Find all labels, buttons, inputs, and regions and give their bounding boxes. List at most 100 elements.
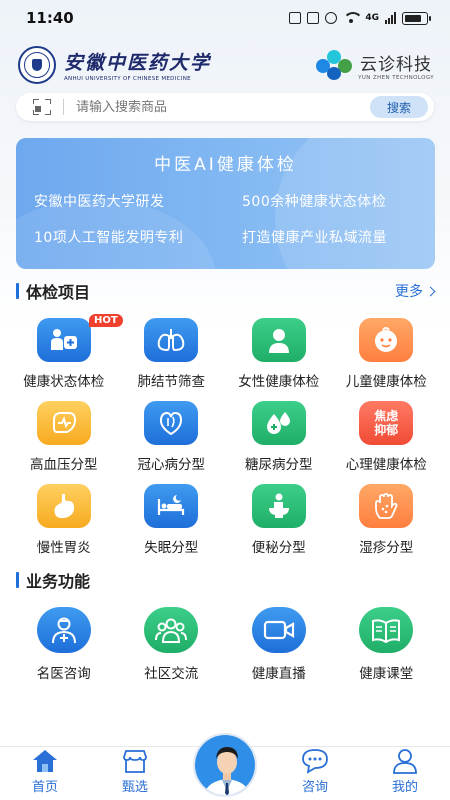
alarm-icon (325, 12, 338, 24)
exam-item-health-check[interactable]: HOT 健康状态体检 (10, 314, 123, 401)
exam-item-label: 糖尿病分型 (245, 457, 313, 473)
wifi-icon (343, 12, 364, 24)
business-item-label: 名医咨询 (36, 666, 91, 682)
exam-item-constipation[interactable]: 便秘分型 (225, 484, 333, 567)
brand-name-en: YUN ZHEN TECHNOLOGY (358, 74, 434, 81)
business-item-label: 社区交流 (144, 666, 199, 682)
nav-label: 我的 (391, 780, 418, 795)
exam-item-label: 肺结节筛查 (137, 374, 206, 390)
exam-item-label: 女性健康体检 (238, 374, 320, 390)
business-section-title: 业务功能 (16, 568, 90, 592)
search-divider (63, 99, 64, 115)
exam-item-insomnia[interactable]: 失眠分型 (118, 484, 226, 567)
business-grid: 名医咨询 社区交流 健康直播 健康课堂 (10, 607, 440, 682)
more-link[interactable]: 更多 (395, 281, 436, 301)
university-name: 安徽中医药大学 (64, 52, 212, 74)
exam-item-label: 高血压分型 (30, 457, 98, 473)
female-icon (251, 318, 306, 362)
exam-item-hypertension[interactable]: 高血压分型 (10, 401, 118, 484)
bed-moon-icon (144, 484, 199, 528)
network-type: 4G (365, 13, 379, 23)
exam-item-label: 儿童健康体检 (345, 374, 427, 390)
exam-section-header: 体检项目 更多 (16, 279, 436, 303)
user-icon (391, 748, 419, 774)
banner-line: 10项人工智能发明专利 (34, 230, 184, 246)
nfc-icon (289, 12, 302, 24)
exam-item-lung[interactable]: 肺结节筛查 (118, 318, 226, 401)
nav-label: 咨询 (301, 780, 328, 795)
toilet-icon (251, 484, 306, 528)
business-section-header: 业务功能 (16, 569, 434, 591)
exam-item-gastritis[interactable]: 慢性胃炎 (10, 484, 118, 567)
nav-label: 首页 (31, 780, 58, 795)
video-camera-icon (251, 607, 306, 653)
business-item-classroom[interactable]: 健康课堂 (333, 607, 441, 682)
exam-item-diabetes[interactable]: 糖尿病分型 (225, 401, 333, 484)
university-seal-icon (18, 46, 56, 84)
battery-icon (402, 11, 431, 25)
drops-icon (251, 401, 306, 445)
chat-icon (301, 748, 329, 774)
shop-icon (121, 748, 149, 774)
exam-item-label: 失眠分型 (144, 540, 199, 556)
status-time: 11:40 (26, 9, 74, 27)
business-item-label: 健康直播 (251, 666, 306, 682)
brand-logo: 云诊科技 YUN ZHEN TECHNOLOGY (316, 50, 434, 81)
exam-item-label: 湿疹分型 (359, 540, 414, 556)
signal-icon (385, 12, 396, 24)
exam-section-title: 体检项目 (16, 279, 90, 303)
business-item-live[interactable]: 健康直播 (225, 607, 333, 682)
more-label: 更多 (395, 284, 423, 300)
blood-pressure-icon (36, 401, 91, 445)
book-icon (359, 607, 414, 653)
banner-line: 打造健康产业私域流量 (242, 230, 387, 246)
scan-icon[interactable] (33, 99, 51, 115)
nav-label: 甄选 (121, 780, 148, 795)
child-face-icon (359, 318, 414, 362)
header: 安徽中医药大学 ANHUI UNIVERSITY OF CHINESE MEDI… (0, 44, 450, 86)
exam-item-label: 冠心病分型 (137, 457, 206, 473)
business-item-label: 健康课堂 (359, 666, 414, 682)
health-check-icon (36, 318, 91, 362)
lungs-icon (144, 318, 199, 362)
banner-title: 中医AI健康体检 (154, 155, 297, 175)
doctor-icon (36, 607, 91, 653)
exam-item-label: 健康状态体检 (23, 374, 105, 390)
vibrate-icon (307, 12, 320, 24)
heart-icon (144, 401, 199, 445)
status-icons: 4G (289, 11, 431, 25)
exam-item-label: 慢性胃炎 (36, 540, 91, 556)
home-icon (31, 748, 59, 774)
nav-home[interactable]: 首页 (0, 747, 90, 800)
nav-consult[interactable]: 咨询 (270, 747, 360, 800)
business-item-doctor-consult[interactable]: 名医咨询 (10, 607, 118, 682)
exam-item-female[interactable]: 女性健康体检 (225, 318, 333, 401)
brand-mark-icon (316, 50, 353, 80)
promo-banner[interactable]: 中医AI健康体检 安徽中医药大学研发 500余种健康状态体检 10项人工智能发明… (16, 138, 435, 269)
exam-grid: HOT 健康状态体检 肺结节筛查 女性健康体检 儿童健康体检 高血压分型 冠心病… (10, 314, 441, 567)
exam-item-coronary[interactable]: 冠心病分型 (118, 401, 226, 484)
brand-name: 云诊科技 (360, 54, 433, 75)
mental-icon: 焦虑抑郁 (359, 401, 414, 445)
chevron-right-icon (425, 286, 436, 296)
banner-line: 500余种健康状态体检 (242, 194, 387, 210)
mental-icon-text: 焦虑抑郁 (374, 409, 399, 437)
search-input[interactable] (76, 99, 370, 115)
search-bar: 搜索 (16, 93, 434, 121)
status-bar: 11:40 4G (0, 0, 450, 36)
search-button[interactable]: 搜索 (370, 96, 428, 118)
hand-icon (359, 484, 414, 528)
doctor-avatar[interactable] (193, 733, 257, 797)
exam-item-eczema[interactable]: 湿疹分型 (333, 484, 441, 567)
exam-item-label: 便秘分型 (251, 540, 306, 556)
university-logo: 安徽中医药大学 ANHUI UNIVERSITY OF CHINESE MEDI… (18, 46, 211, 84)
university-name-en: ANHUI UNIVERSITY OF CHINESE MEDICINE (64, 76, 191, 82)
business-item-community[interactable]: 社区交流 (118, 607, 226, 682)
nav-profile[interactable]: 我的 (360, 747, 450, 800)
exam-item-child[interactable]: 儿童健康体检 (333, 318, 441, 401)
banner-line: 安徽中医药大学研发 (34, 194, 165, 210)
community-icon (144, 607, 199, 653)
exam-item-mental[interactable]: 焦虑抑郁 心理健康体检 (333, 401, 441, 484)
nav-select[interactable]: 甄选 (90, 747, 180, 800)
stomach-icon (36, 484, 91, 528)
